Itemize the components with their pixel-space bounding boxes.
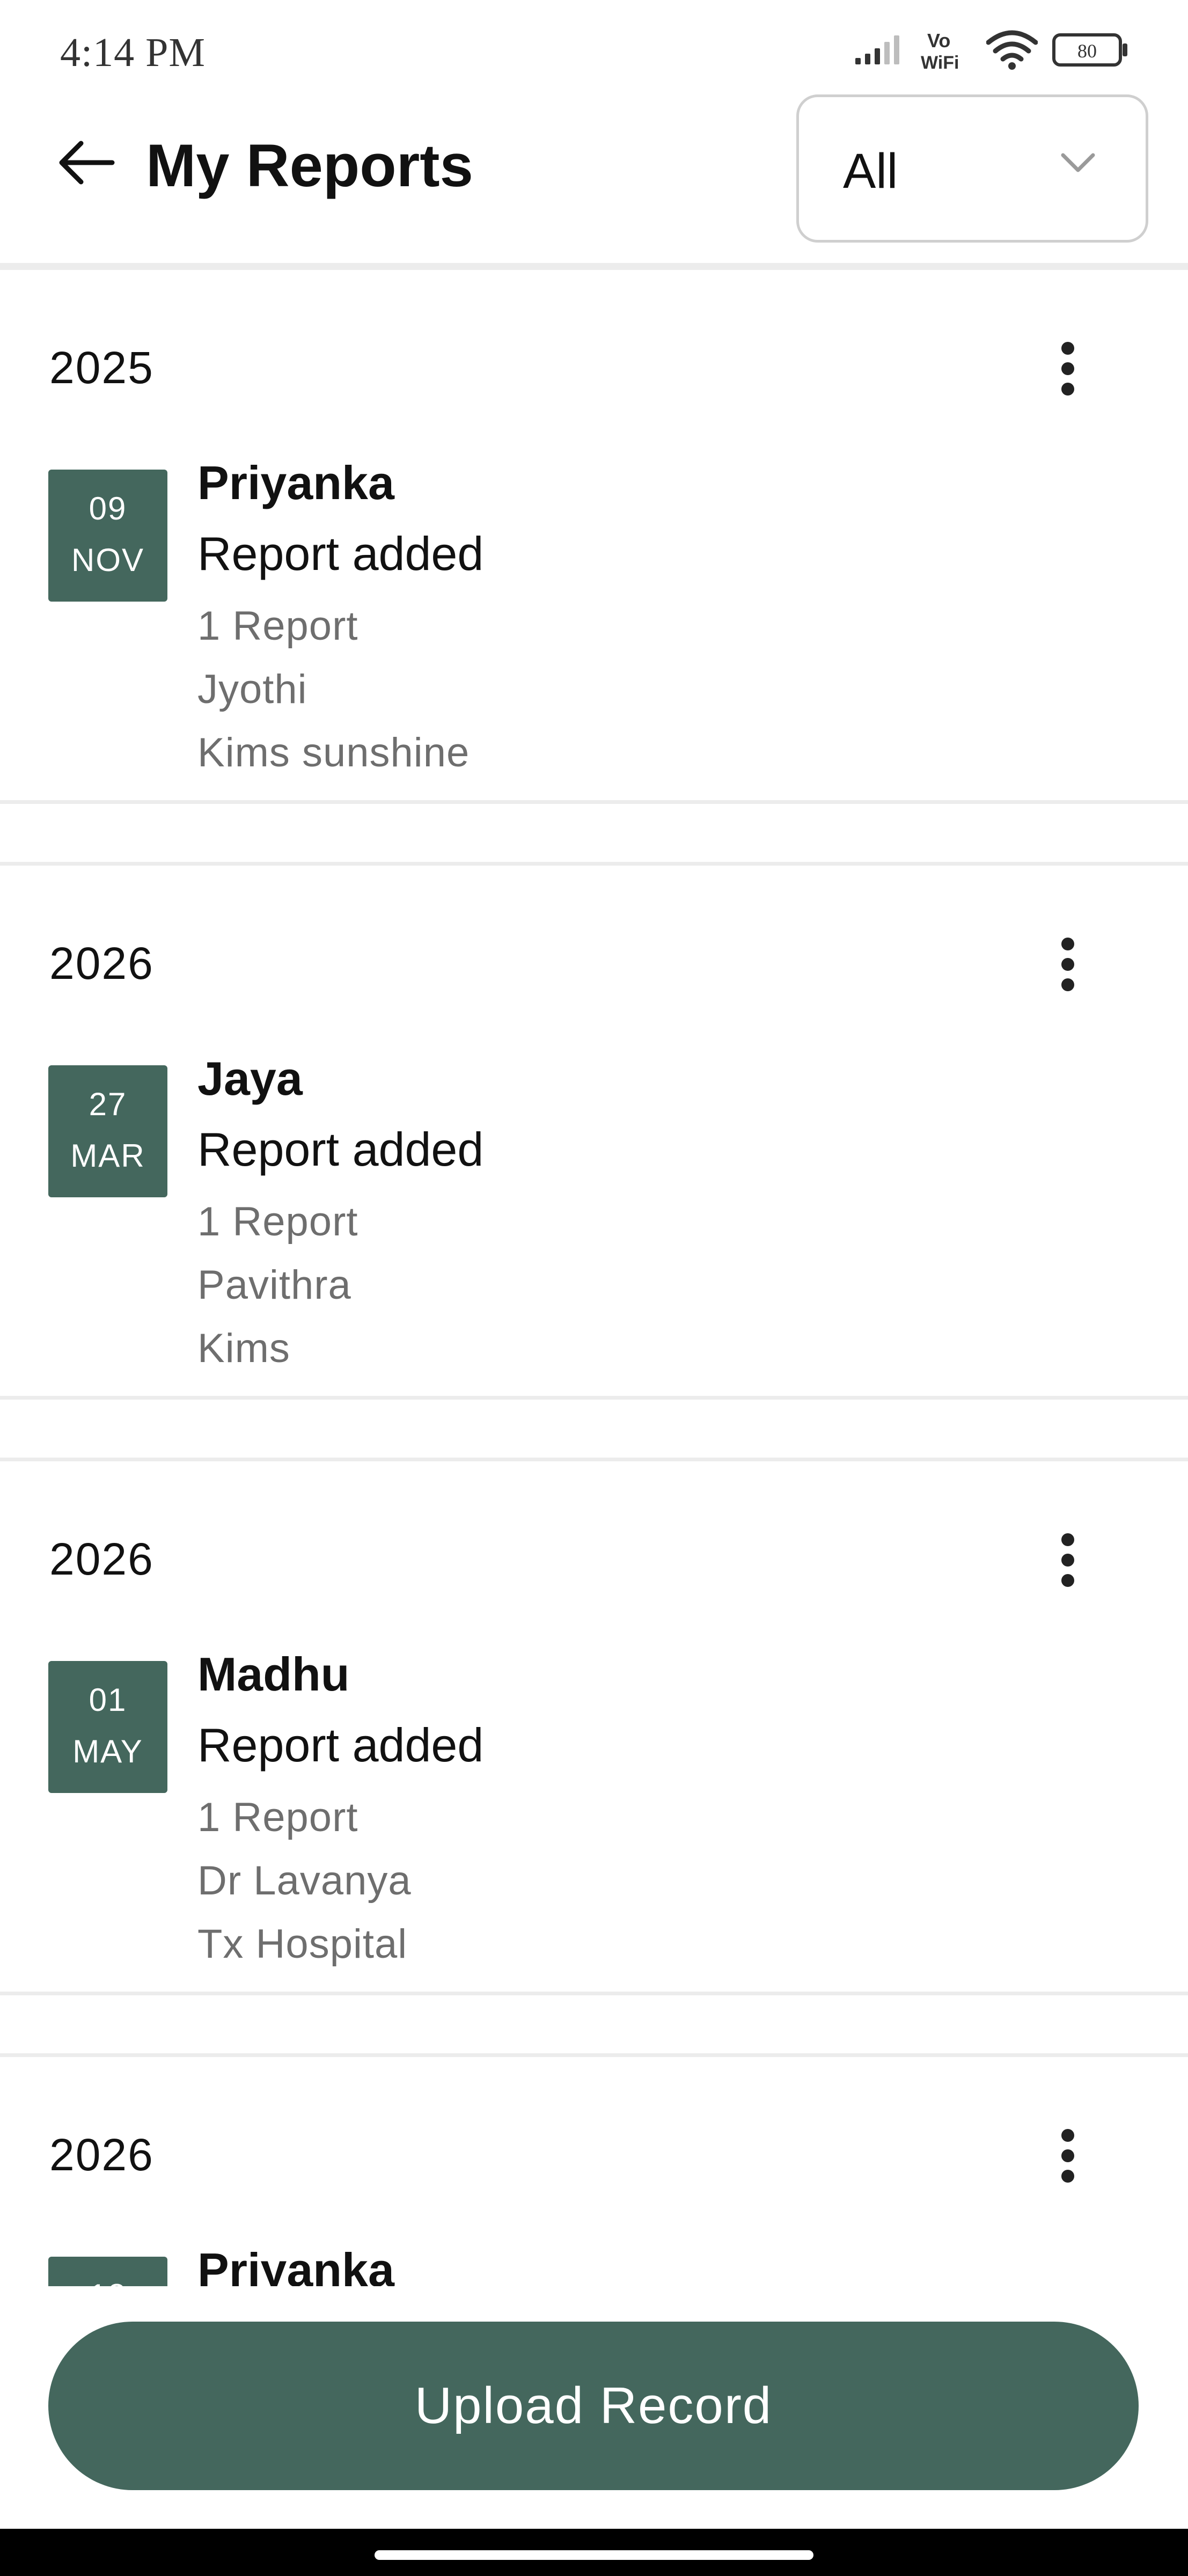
hospital-name: Kims sunshine [197, 730, 470, 775]
status-time: 4:14 PM [60, 30, 206, 75]
date-day: 27 [89, 1086, 127, 1122]
more-options-button[interactable] [1041, 1528, 1095, 1592]
report-status: Report added [197, 1718, 484, 1772]
signal-icon [855, 35, 907, 64]
doctor-name: Pavithra [197, 1262, 351, 1308]
report-count: 1 Report [197, 603, 358, 649]
date-month: MAY [72, 1733, 143, 1769]
more-options-button[interactable] [1041, 932, 1095, 997]
svg-text:WiFi: WiFi [921, 53, 959, 72]
date-day: 09 [89, 491, 127, 526]
patient-name: Priyanka [197, 456, 394, 509]
battery-icon: 80 [1052, 33, 1129, 67]
report-card[interactable]: 2026 27 MAR Jaya Report added 1 Report P… [0, 862, 1188, 1400]
app-header: My Reports All [0, 86, 1188, 266]
report-count: 1 Report [197, 1199, 358, 1245]
svg-text:Vo: Vo [927, 30, 950, 52]
date-badge: 01 MAY [48, 1661, 167, 1793]
report-card[interactable]: 2026 01 MAY Madhu Report added 1 Report … [0, 1458, 1188, 1995]
upload-record-button[interactable]: Upload Record [48, 2322, 1139, 2490]
doctor-name: Dr Lavanya [197, 1858, 412, 1904]
wifi-icon [986, 30, 1038, 70]
doctor-name: Jyothi [197, 667, 307, 712]
home-indicator[interactable] [375, 2550, 813, 2560]
date-day: 01 [89, 1682, 127, 1718]
report-status: Report added [197, 1123, 484, 1176]
date-month: NOV [71, 542, 145, 578]
report-card[interactable]: 2025 09 NOV Priyanka Report added 1 Repo… [0, 266, 1188, 804]
more-vertical-icon [1061, 1533, 1074, 1587]
filter-selected-value: All [843, 144, 898, 199]
report-year: 2025 [49, 342, 154, 393]
page-title: My Reports [146, 132, 473, 199]
status-icons: Vo WiFi 80 [855, 26, 1129, 74]
hospital-name: Kims [197, 1326, 290, 1371]
report-year: 2026 [49, 1534, 154, 1584]
vowifi-icon: Vo WiFi [921, 28, 972, 72]
report-status: Report added [197, 527, 484, 580]
more-vertical-icon [1061, 2129, 1074, 2183]
back-button[interactable] [52, 128, 121, 197]
more-vertical-icon [1061, 342, 1074, 396]
battery-level: 80 [1077, 40, 1097, 62]
more-options-button[interactable] [1041, 2124, 1095, 2188]
hospital-name: Tx Hospital [197, 1921, 408, 1967]
more-options-button[interactable] [1041, 336, 1095, 401]
date-badge: 09 NOV [48, 470, 167, 602]
patient-name: Jaya [197, 1052, 303, 1105]
report-count: 1 Report [197, 1795, 358, 1840]
arrow-left-icon [59, 141, 115, 185]
chevron-down-icon [1060, 152, 1096, 176]
report-year: 2026 [49, 2129, 154, 2180]
date-month: MAR [70, 1138, 145, 1174]
filter-dropdown[interactable]: All [796, 94, 1148, 243]
status-bar: 4:14 PM Vo WiFi 80 [0, 0, 1188, 86]
date-badge: 27 MAR [48, 1065, 167, 1197]
patient-name: Madhu [197, 1648, 350, 1701]
more-vertical-icon [1061, 938, 1074, 991]
report-year: 2026 [49, 938, 154, 989]
